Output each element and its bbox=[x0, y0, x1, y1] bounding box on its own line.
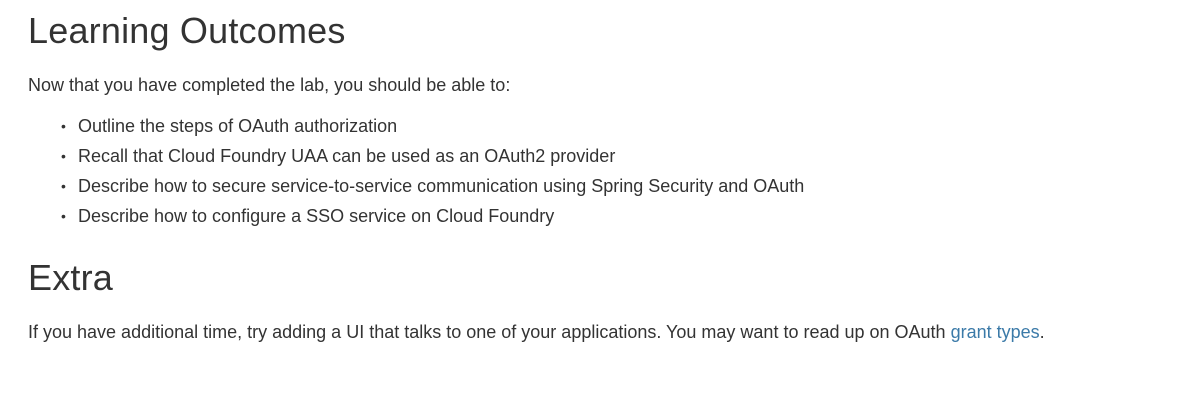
extra-text-after-link: . bbox=[1039, 322, 1045, 342]
list-item-text: Describe how to secure service-to-servic… bbox=[78, 176, 805, 196]
document-content: Learning Outcomes Now that you have comp… bbox=[0, 0, 1187, 347]
list-item-text: Recall that Cloud Foundry UAA can be use… bbox=[78, 146, 616, 166]
bullet-icon: • bbox=[61, 208, 66, 224]
learning-outcomes-list: • Outline the steps of OAuth authorizati… bbox=[28, 111, 1147, 231]
extra-text-before-link: If you have additional time, try adding … bbox=[28, 322, 951, 342]
extra-heading: Extra bbox=[28, 257, 114, 298]
bullet-icon: • bbox=[61, 178, 66, 194]
list-item-text: Describe how to configure a SSO service … bbox=[78, 206, 555, 226]
learning-outcomes-intro: Now that you have completed the lab, you… bbox=[28, 75, 511, 95]
list-item: • Recall that Cloud Foundry UAA can be u… bbox=[58, 141, 1147, 171]
learning-outcomes-heading: Learning Outcomes bbox=[28, 10, 346, 51]
bullet-icon: • bbox=[61, 118, 66, 134]
list-item: • Outline the steps of OAuth authorizati… bbox=[58, 111, 1147, 141]
grant-types-link[interactable]: grant types bbox=[951, 322, 1040, 342]
list-item: • Describe how to secure service-to-serv… bbox=[58, 171, 1147, 201]
list-item-text: Outline the steps of OAuth authorization bbox=[78, 116, 398, 136]
extra-paragraph: If you have additional time, try adding … bbox=[28, 317, 1068, 347]
list-item: • Describe how to configure a SSO servic… bbox=[58, 201, 1147, 231]
bullet-icon: • bbox=[61, 148, 66, 164]
